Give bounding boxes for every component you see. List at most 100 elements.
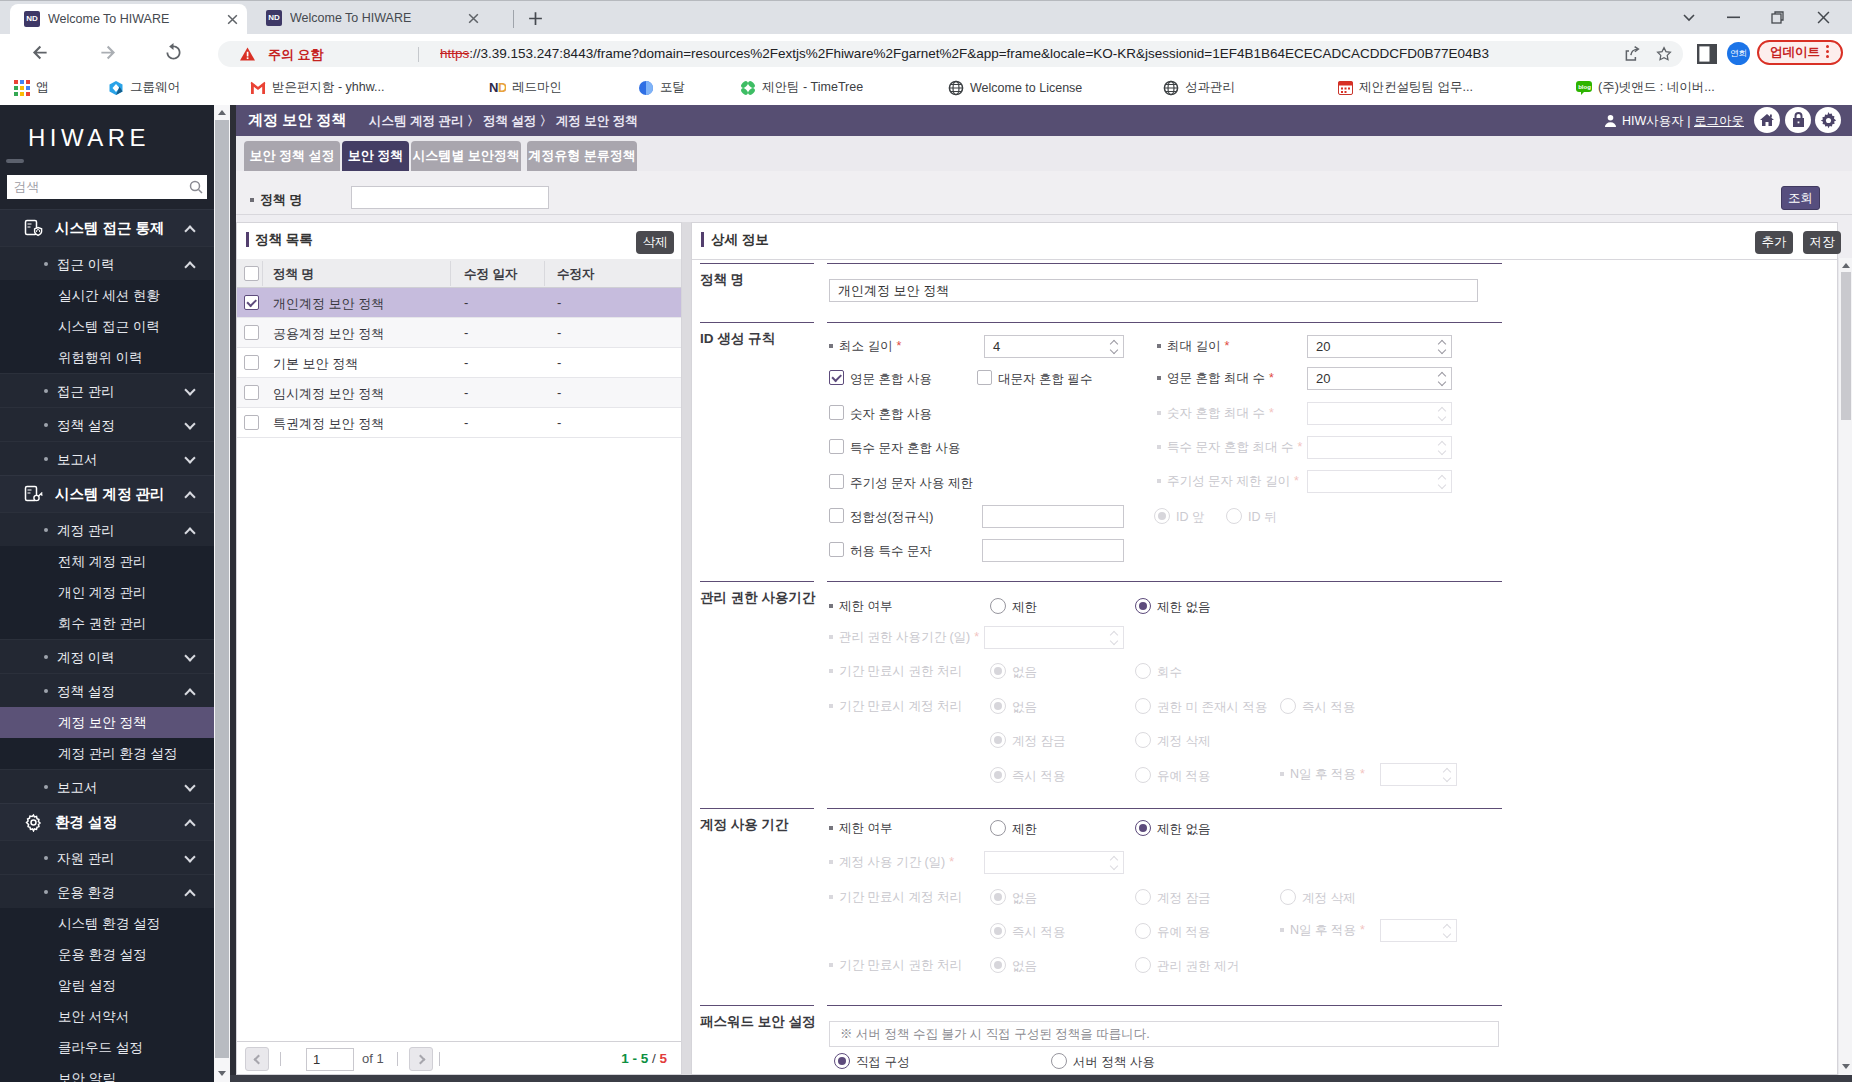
search-tabs-icon[interactable] bbox=[1682, 13, 1696, 23]
settings-button[interactable] bbox=[1815, 107, 1841, 133]
profile-avatar[interactable]: 연희 bbox=[1727, 42, 1750, 65]
sidebar-item-account-history[interactable]: 계정 이력 bbox=[0, 639, 214, 673]
row-checkbox[interactable] bbox=[244, 295, 259, 310]
sidebar-item-operation-env[interactable]: 운용 환경 bbox=[0, 874, 214, 908]
bookmark-redmine[interactable]: ND 레드마인 bbox=[489, 70, 562, 105]
select-all-checkbox[interactable] bbox=[244, 266, 259, 281]
tab-account-type-policy[interactable]: 계정유형 분류정책 bbox=[527, 141, 637, 171]
detail-scrollbar-thumb[interactable] bbox=[1841, 272, 1851, 420]
sidebar-item-resource-mgmt[interactable]: 자원 관리 bbox=[0, 840, 214, 874]
sidebar-item-system-access-control[interactable]: 시스템 접근 통제 bbox=[0, 209, 214, 246]
sidebar-item-access-mgmt[interactable]: 접근 관리 bbox=[0, 373, 214, 407]
sidebar-item-security-alert[interactable]: 보안 알림 bbox=[0, 1063, 214, 1082]
bookmark-consulting[interactable]: 제안컨설팅팀 업무... bbox=[1338, 70, 1473, 105]
home-button[interactable] bbox=[1754, 107, 1780, 133]
bookmark-performance[interactable]: 성과관리 bbox=[1163, 70, 1235, 105]
policy-row[interactable]: 임시계정 보안 정책-- bbox=[237, 378, 681, 408]
sidebar-item-revoke-authority[interactable]: 회수 권한 관리 bbox=[0, 608, 214, 639]
sidebar-item-system-access-log[interactable]: 시스템 접근 이력 bbox=[0, 311, 214, 342]
forward-icon[interactable] bbox=[97, 42, 118, 63]
window-minimize-icon[interactable] bbox=[1727, 16, 1740, 19]
row-checkbox[interactable] bbox=[244, 385, 259, 400]
sidebar-item-personal-accounts[interactable]: 개인 계정 관리 bbox=[0, 577, 214, 608]
sidebar-item-reports[interactable]: 보고서 bbox=[0, 441, 214, 475]
tab-close-icon[interactable] bbox=[226, 13, 239, 26]
add-button[interactable]: 추가 bbox=[1755, 231, 1793, 254]
tab-system-security-policy[interactable]: 시스템별 보안정책 bbox=[411, 141, 521, 171]
save-button[interactable]: 저장 bbox=[1803, 231, 1841, 254]
url-warning-label[interactable]: 주의 요함 bbox=[268, 46, 324, 64]
sidebar-item-account-mgmt[interactable]: 계정 관리 bbox=[0, 512, 214, 546]
sidebar-item-access-history[interactable]: 접근 이력 bbox=[0, 246, 214, 280]
sidebar-scrollbar[interactable] bbox=[214, 105, 230, 1082]
search-button[interactable]: 조회 bbox=[1781, 186, 1820, 210]
col-policy-name[interactable]: 정책 명 bbox=[273, 266, 314, 283]
update-button[interactable]: 업데이트 bbox=[1757, 40, 1843, 65]
tab-close-icon[interactable] bbox=[467, 12, 480, 25]
bookmark-apps[interactable]: 앱 bbox=[14, 70, 49, 105]
policy-row[interactable]: 공용계정 보안 정책-- bbox=[237, 318, 681, 348]
scroll-up-icon[interactable] bbox=[218, 110, 226, 115]
next-page-button[interactable] bbox=[409, 1047, 433, 1071]
sidebar-item-account-security-policy[interactable]: 계정 보안 정책 bbox=[0, 707, 214, 738]
reload-icon[interactable] bbox=[163, 42, 184, 63]
sidebar-search-input[interactable]: 검색 bbox=[7, 175, 207, 199]
window-close-icon[interactable] bbox=[1817, 11, 1830, 24]
sidebar-item-alert-config[interactable]: 알림 설정 bbox=[0, 970, 214, 1001]
sidebar-item-security-pledge[interactable]: 보안 서약서 bbox=[0, 1001, 214, 1032]
scroll-down-icon[interactable] bbox=[1842, 1064, 1850, 1069]
lock-icon bbox=[1791, 111, 1806, 128]
scroll-down-icon[interactable] bbox=[218, 1071, 226, 1076]
sidebar-item-env-settings[interactable]: 환경 설정 bbox=[0, 803, 214, 840]
tab-security-policy-config[interactable]: 보안 정책 설정 bbox=[244, 141, 340, 171]
back-icon[interactable] bbox=[30, 42, 51, 63]
bookmark-portal[interactable]: 포탈 bbox=[638, 70, 685, 105]
sidebar-item-realtime-session[interactable]: 실시간 세션 현황 bbox=[0, 280, 214, 311]
bookmark-gmail[interactable]: 받은편지함 - yhhw... bbox=[250, 70, 385, 105]
side-panel-icon[interactable] bbox=[1697, 44, 1717, 64]
sidebar-item-system-account-mgmt[interactable]: 시스템 계정 관리 bbox=[0, 475, 214, 512]
browser-tab-inactive[interactable]: ND Welcome To HIWARE bbox=[255, 4, 492, 32]
bookmark-star-icon[interactable] bbox=[1655, 45, 1673, 63]
page-input[interactable]: 1 bbox=[306, 1048, 354, 1071]
bookmark-netand[interactable]: blog (주)넷앤드 : 네이버... bbox=[1576, 70, 1715, 105]
url-bar[interactable]: 주의 요함 https://3.39.153.247:8443/frame?do… bbox=[218, 41, 1683, 67]
sidebar-item-policy-config[interactable]: 정책 설정 bbox=[0, 407, 214, 441]
share-icon[interactable] bbox=[1623, 45, 1641, 63]
url-text[interactable]: https://3.39.153.247:8443/frame?domain=r… bbox=[440, 41, 1489, 67]
bookmark-license[interactable]: Welcome to License bbox=[948, 70, 1082, 105]
sidebar-item-risk-behavior[interactable]: 위험행위 이력 bbox=[0, 342, 214, 373]
sidebar-item-reports-2[interactable]: 보고서 bbox=[0, 769, 214, 803]
row-checkbox[interactable] bbox=[244, 325, 259, 340]
new-tab-icon[interactable] bbox=[527, 10, 544, 27]
sidebar-item-system-env-config[interactable]: 시스템 환경 설정 bbox=[0, 908, 214, 939]
row-checkbox[interactable] bbox=[244, 415, 259, 430]
browser-tab-active[interactable]: ND Welcome To HIWARE bbox=[10, 4, 247, 35]
col-modified-date[interactable]: 수정 일자 bbox=[464, 266, 517, 283]
delete-button[interactable]: 삭제 bbox=[636, 231, 674, 254]
window-restore-icon[interactable] bbox=[1771, 11, 1784, 24]
policy-row[interactable]: 기본 보안 정책-- bbox=[237, 348, 681, 378]
col-modifier[interactable]: 수정자 bbox=[557, 266, 595, 283]
lock-button[interactable] bbox=[1785, 107, 1811, 133]
sidebar-scrollbar-thumb[interactable] bbox=[215, 120, 229, 1058]
sidebar-item-cloud-config[interactable]: 클라우드 설정 bbox=[0, 1032, 214, 1063]
sidebar-item-operation-env-config[interactable]: 운용 환경 설정 bbox=[0, 939, 214, 970]
sidebar-item-account-env-config[interactable]: 계정 관리 환경 설정 bbox=[0, 738, 214, 769]
tab-security-policy[interactable]: 보안 정책 bbox=[342, 141, 409, 171]
panel-gutter[interactable] bbox=[682, 222, 691, 1075]
prev-page-button[interactable] bbox=[245, 1047, 269, 1071]
sidebar-item-all-accounts[interactable]: 전체 계정 관리 bbox=[0, 546, 214, 577]
logout-link[interactable]: 로그아웃 bbox=[1694, 114, 1744, 128]
policy-row[interactable]: 개인계정 보안 정책-- bbox=[237, 288, 681, 318]
policy-name-input[interactable] bbox=[351, 186, 549, 209]
policy-row[interactable]: 특권계정 보안 정책-- bbox=[237, 408, 681, 438]
scroll-up-icon[interactable] bbox=[1842, 263, 1850, 268]
sidebar-item-policy-config-2[interactable]: 정책 설정 bbox=[0, 673, 214, 707]
bookmark-timetree[interactable]: 제안팀 - TimeTree bbox=[740, 70, 863, 105]
warning-icon[interactable] bbox=[240, 47, 255, 61]
bookmark-groupware[interactable]: 그룹웨어 bbox=[108, 70, 180, 105]
detail-scrollbar[interactable] bbox=[1838, 258, 1852, 1075]
row-checkbox[interactable] bbox=[244, 355, 259, 370]
browser-menu-icon[interactable] bbox=[1826, 45, 1829, 60]
